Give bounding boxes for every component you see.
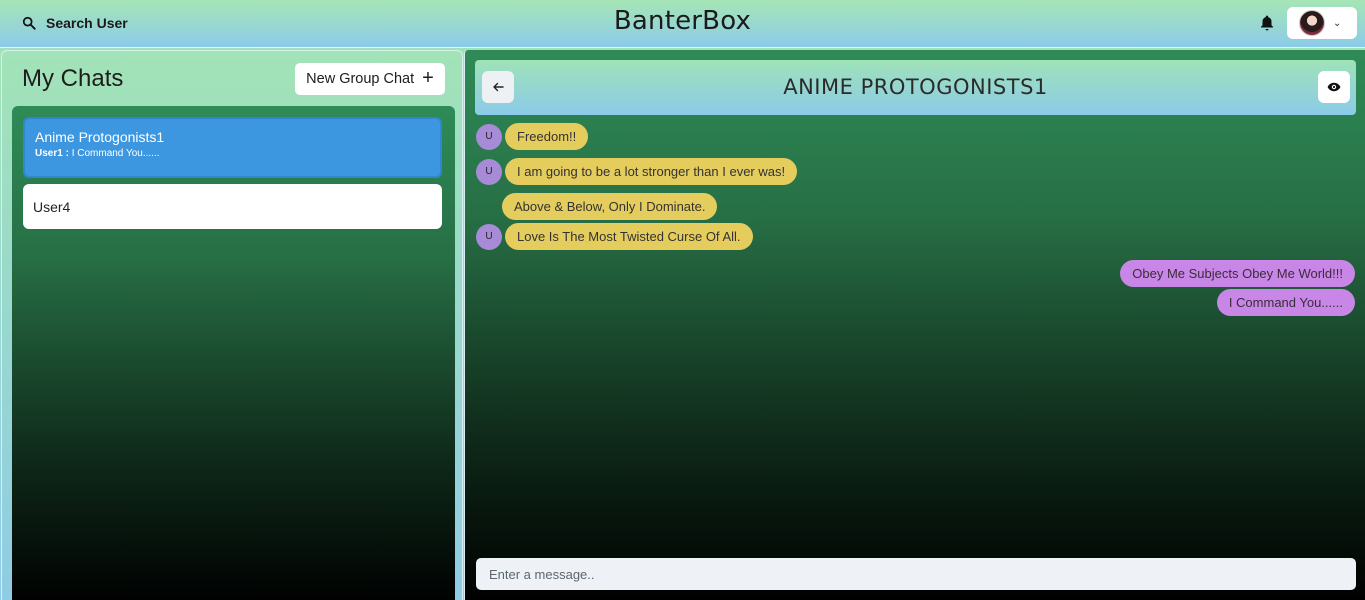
- my-chats-panel: My Chats New Group Chat + Anime Protogon…: [1, 50, 463, 600]
- chat-title: ANIME PROTOGONISTS1: [783, 75, 1048, 99]
- chat-name: User4: [33, 198, 71, 215]
- message-bubble-incoming: Above & Below, Only I Dominate.: [502, 193, 718, 220]
- view-group-button[interactable]: [1318, 71, 1350, 103]
- sender-avatar[interactable]: U: [476, 223, 502, 250]
- chat-name: Anime Protogonists1: [35, 129, 165, 145]
- sender-avatar[interactable]: U: [476, 158, 502, 185]
- app-title: BanterBox: [613, 6, 752, 36]
- chat-window: ANIME PROTOGONISTS1 U Freedom!! U I am g…: [464, 50, 1365, 600]
- message-bubble-incoming: I am going to be a lot stronger than I e…: [505, 158, 798, 185]
- chat-list-item-anime-protogonists1[interactable]: Anime Protogonists1 User1 : I Command Yo…: [23, 117, 442, 178]
- avatar: [1299, 10, 1325, 36]
- message-row: I Command You......: [1216, 289, 1355, 316]
- message-row: U Freedom!!: [476, 123, 589, 150]
- last-message-sender: User1 :: [35, 148, 69, 159]
- last-message-text: I Command You......: [71, 148, 160, 159]
- chat-last-message: User1 : I Command You......: [35, 148, 430, 159]
- message-bubble-outgoing: Obey Me Subjects Obey Me World!!!: [1120, 260, 1355, 287]
- chat-list: Anime Protogonists1 User1 : I Command Yo…: [12, 106, 455, 600]
- message-bubble-incoming: Freedom!!: [505, 123, 589, 150]
- profile-menu-button[interactable]: ⌄: [1287, 7, 1357, 39]
- message-bubble-incoming: Love Is The Most Twisted Curse Of All.: [505, 223, 753, 250]
- my-chats-title: My Chats: [22, 65, 124, 92]
- message-row: Obey Me Subjects Obey Me World!!!: [1120, 260, 1355, 287]
- chat-header: ANIME PROTOGONISTS1: [475, 60, 1356, 115]
- chevron-down-icon: ⌄: [1333, 17, 1342, 29]
- message-input[interactable]: [476, 558, 1356, 590]
- new-group-chat-button[interactable]: New Group Chat +: [295, 63, 445, 95]
- chat-list-item-user4[interactable]: User4: [23, 184, 442, 229]
- sender-avatar[interactable]: U: [476, 123, 502, 150]
- message-row: Above & Below, Only I Dominate.: [502, 193, 718, 220]
- message-row: U Love Is The Most Twisted Curse Of All.: [476, 223, 753, 250]
- new-group-chat-label: New Group Chat: [306, 71, 415, 87]
- message-row: U I am going to be a lot stronger than I…: [476, 158, 798, 185]
- top-bar: Search User BanterBox ⌄: [0, 0, 1365, 48]
- message-bubble-outgoing: I Command You......: [1216, 289, 1355, 316]
- bell-icon[interactable]: [1258, 14, 1276, 32]
- plus-icon: +: [422, 67, 434, 89]
- eye-icon: [1327, 82, 1341, 92]
